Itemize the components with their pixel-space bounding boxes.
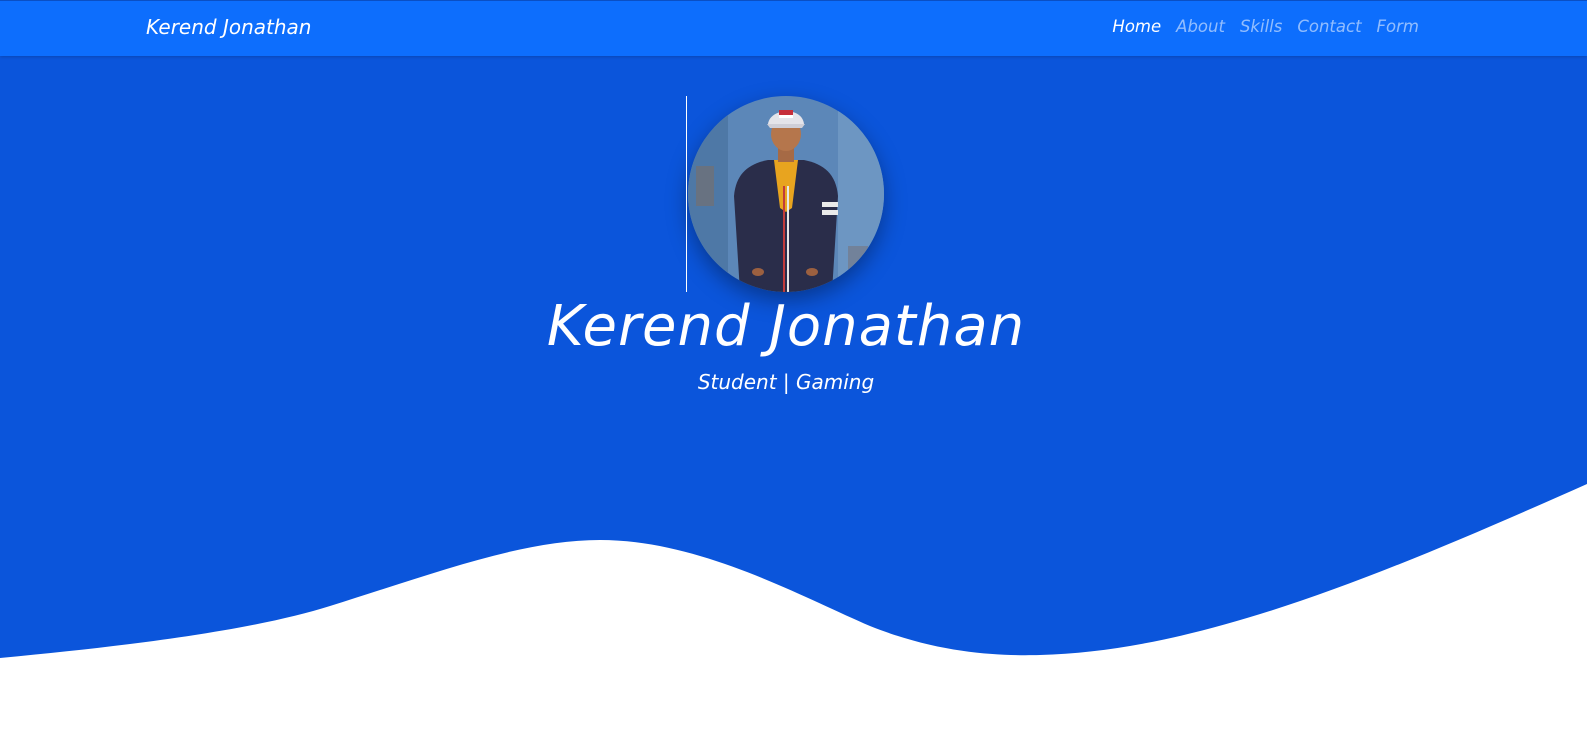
nav-item-contact: Contact — [1297, 17, 1361, 36]
nav-link-skills[interactable]: Skills — [1240, 17, 1282, 36]
page: Kerend Jonathan Home About Skills Contac… — [0, 0, 1587, 750]
text-cursor-line — [686, 96, 687, 292]
nav-item-about: About — [1176, 17, 1225, 36]
nav-link-about[interactable]: About — [1176, 17, 1225, 36]
hero-name: Kerend Jonathan — [546, 294, 1026, 359]
navbar: Kerend Jonathan Home About Skills Contac… — [0, 0, 1587, 56]
hero-subtitle: Student | Gaming — [697, 370, 875, 394]
nav-link-form[interactable]: Form — [1377, 17, 1419, 36]
nav-link-home[interactable]: Home — [1112, 17, 1161, 36]
nav-menu: Home About Skills Contact Form — [1112, 17, 1419, 36]
profile-photo-icon — [688, 96, 884, 292]
nav-item-skills: Skills — [1240, 17, 1282, 36]
nav-link-contact[interactable]: Contact — [1297, 17, 1361, 36]
nav-item-form: Form — [1377, 17, 1419, 36]
brand-link[interactable]: Kerend Jonathan — [146, 15, 311, 39]
nav-item-home: Home — [1112, 17, 1161, 36]
profile-avatar — [688, 96, 884, 292]
